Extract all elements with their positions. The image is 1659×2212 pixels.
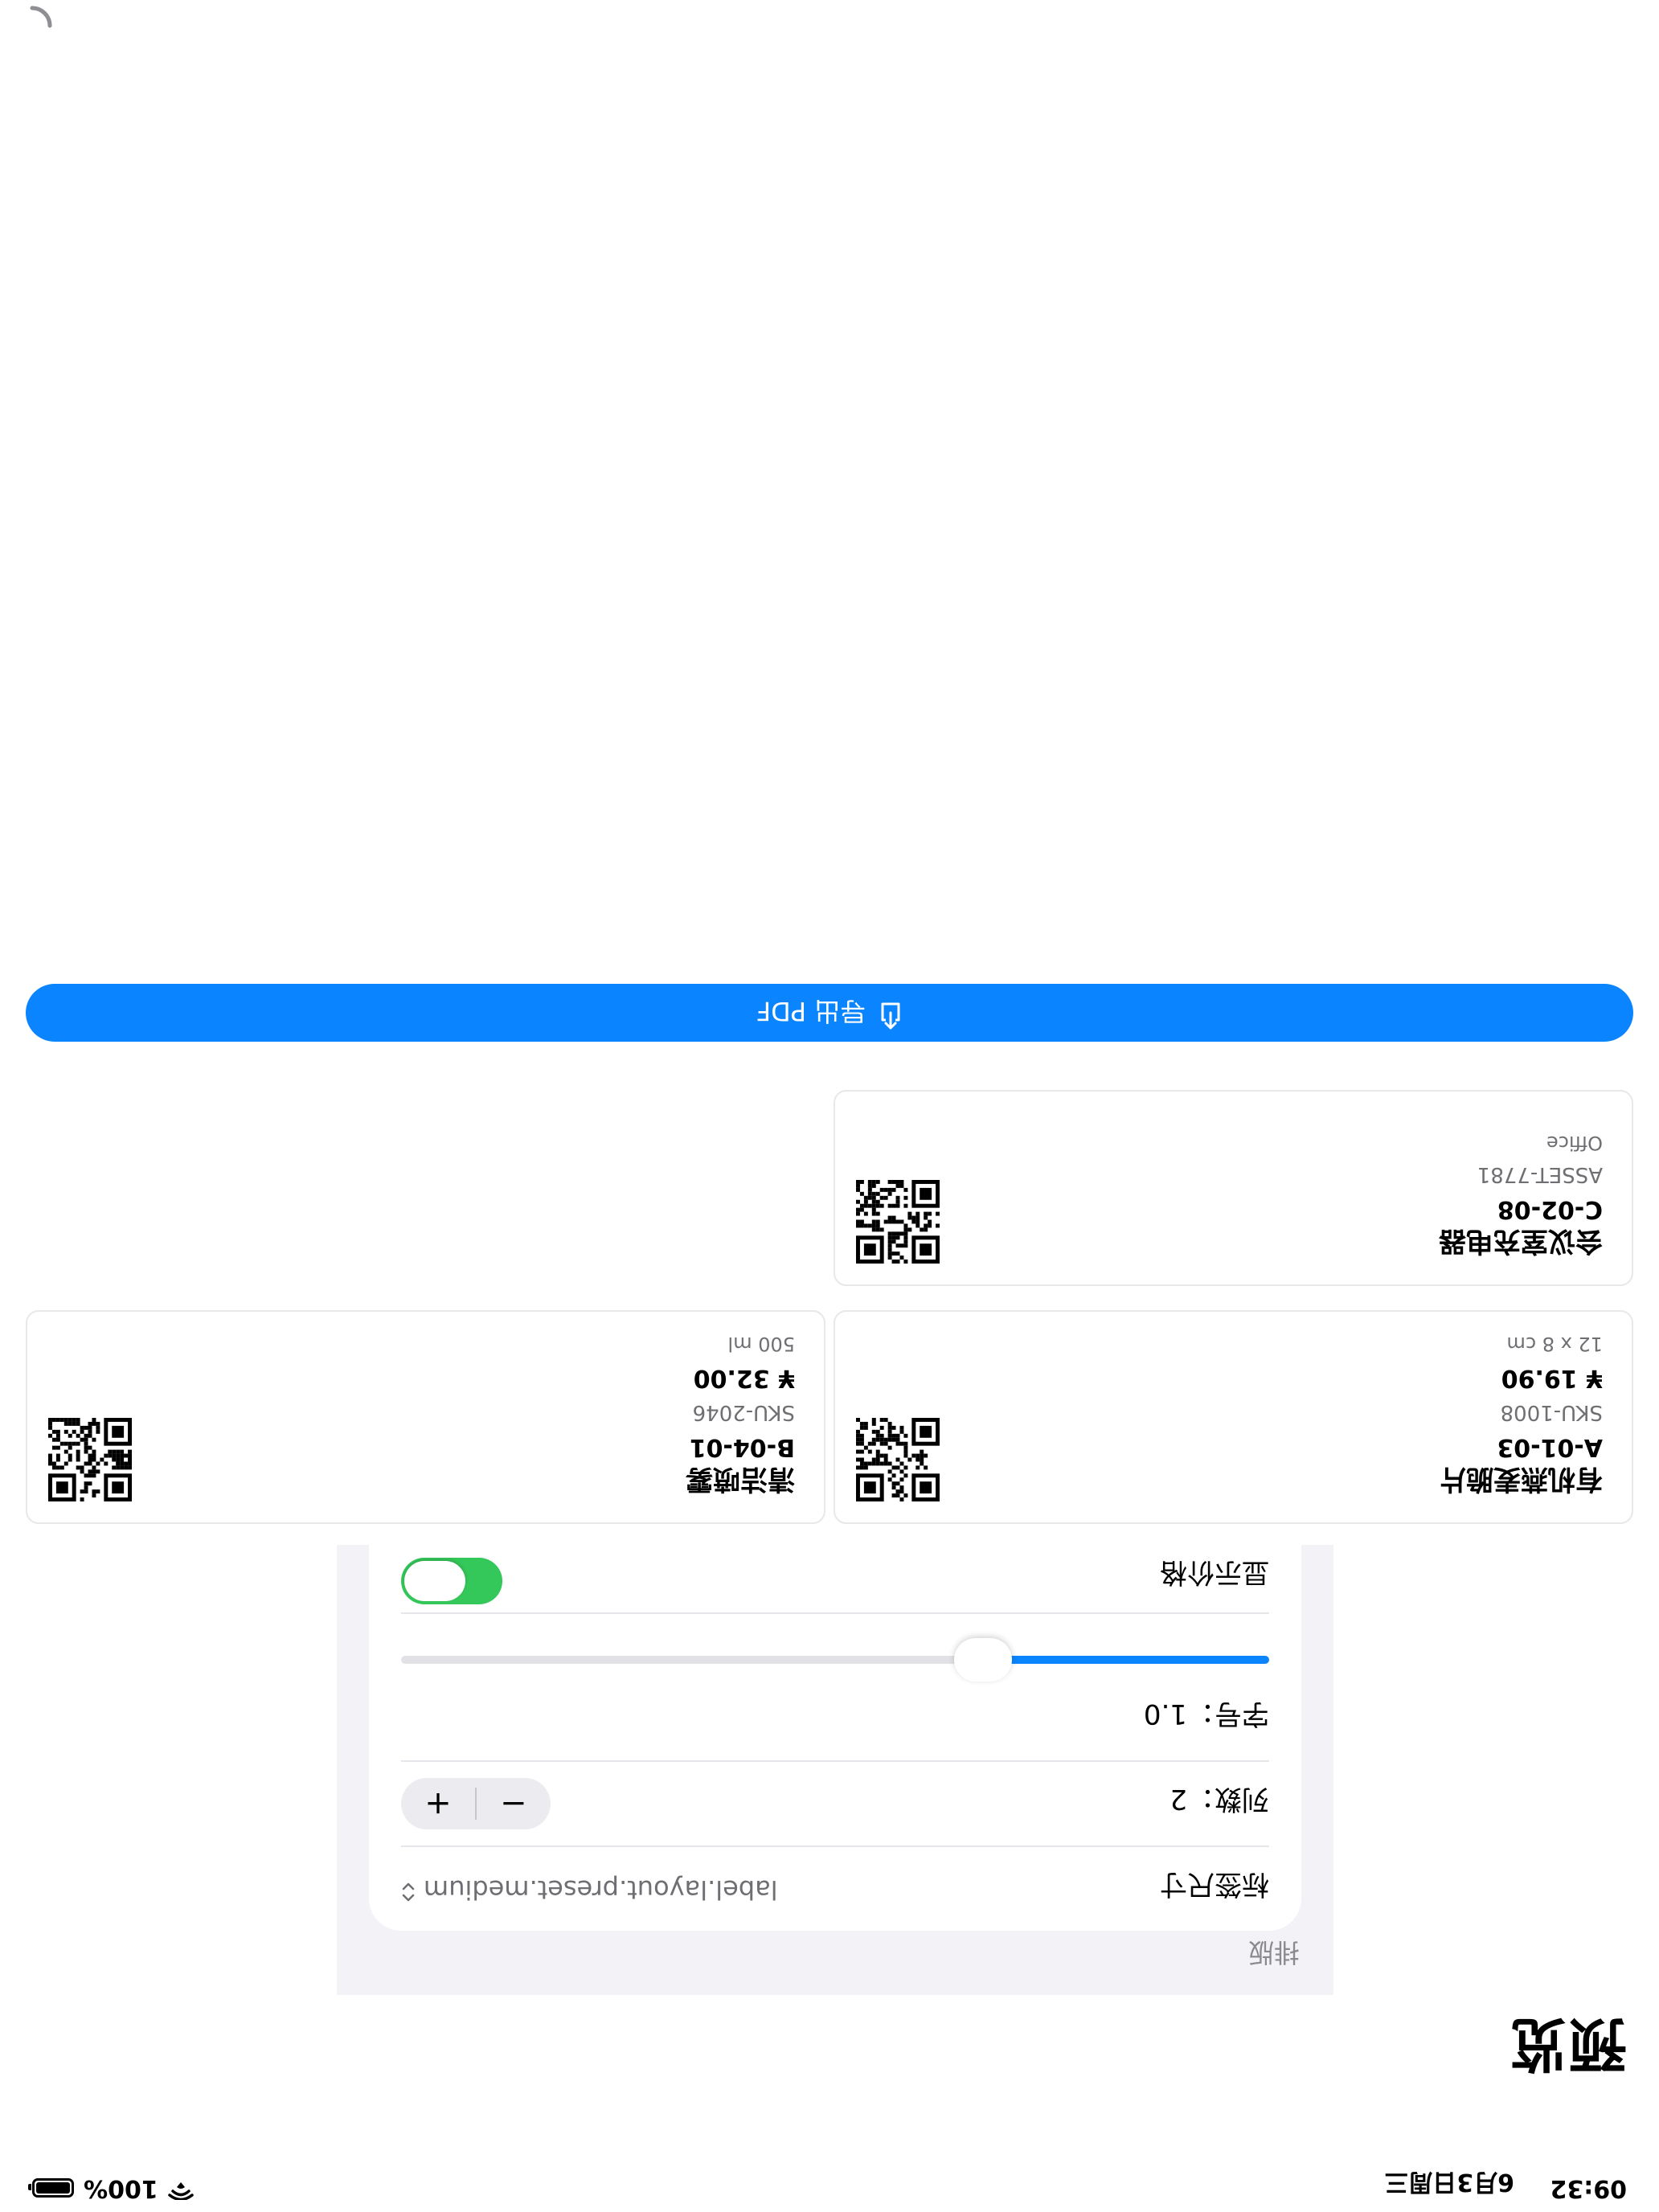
qr-code-icon	[856, 1180, 940, 1264]
font-size-slider[interactable]	[401, 1638, 1269, 1682]
share-icon	[879, 995, 903, 1030]
status-date: 6月3日周三	[1384, 2168, 1514, 2196]
show-price-row: 显示价格	[401, 1545, 1269, 1612]
export-pdf-button[interactable]: 导出 PDF	[26, 984, 1633, 1042]
label-size: 12 x 8 cm	[1506, 1333, 1603, 1355]
label-price: ¥ 32.00	[693, 1364, 795, 1392]
status-time: 09:32	[1550, 2174, 1628, 2202]
label-location: Office	[1546, 1132, 1603, 1154]
label-title: 有机燕麦脆片	[1439, 1463, 1603, 1495]
chevron-up-down-icon	[401, 1874, 416, 1905]
label-card[interactable]: 清洁喷雾 B-04-01 SKU-2046 ¥ 32.00 500 ml	[26, 1310, 825, 1524]
status-right: 100%	[32, 2174, 194, 2202]
label-size-label: 标签尺寸	[1160, 1868, 1269, 1900]
label-sku: SKU-2046	[692, 1400, 795, 1424]
label-price: ¥ 19.90	[1501, 1364, 1603, 1392]
stepper-divider	[475, 1788, 477, 1820]
label-code: B-04-01	[689, 1433, 795, 1461]
battery-percent: 100%	[84, 2174, 158, 2202]
app-screen: 09:32 6月3日周三 100% 预览 排版 标签尺寸 label.layou…	[0, 0, 1659, 2212]
columns-label: 列数：2	[1169, 1783, 1269, 1815]
label-size-value: label.layout.preset.medium	[424, 1874, 778, 1905]
export-pdf-label: 导出 PDF	[756, 996, 866, 1026]
label-sku: ASSET-7781	[1477, 1162, 1603, 1186]
qr-code-icon	[856, 1418, 940, 1501]
divider	[401, 1612, 1269, 1614]
label-card[interactable]: 会议室充电器 C-02-08 ASSET-7781 Office	[834, 1090, 1633, 1286]
label-code: A-01-03	[1497, 1433, 1603, 1461]
wifi-icon	[167, 2174, 194, 2202]
divider	[401, 1760, 1269, 1762]
divider	[401, 1845, 1269, 1847]
columns-stepper[interactable]: − +	[401, 1778, 551, 1829]
increment-button[interactable]: +	[401, 1778, 475, 1829]
label-code: C-02-08	[1497, 1195, 1603, 1223]
section-header-layout: 排版	[1247, 1937, 1300, 1968]
label-size-picker[interactable]: label.layout.preset.medium	[401, 1874, 778, 1905]
show-price-toggle[interactable]	[401, 1558, 502, 1604]
font-size-row: 字号：1.0	[401, 1677, 1269, 1760]
label-sku: SKU-1008	[1500, 1400, 1603, 1424]
status-bar: 09:32 6月3日周三 100%	[0, 2164, 1659, 2212]
label-size: 500 ml	[727, 1333, 795, 1355]
font-size-label: 字号：1.0	[1143, 1698, 1269, 1730]
settings-card: 标签尺寸 label.layout.preset.medium 列数：2 − +	[369, 1545, 1301, 1931]
columns-row: 列数：2 − +	[401, 1762, 1269, 1845]
show-price-label: 显示价格	[1160, 1556, 1269, 1588]
label-card[interactable]: 有机燕麦脆片 A-01-03 SKU-1008 ¥ 19.90 12 x 8 c…	[834, 1310, 1633, 1524]
layout-panel: 排版 标签尺寸 label.layout.preset.medium 列数：2 …	[337, 1545, 1333, 1995]
slider-fill	[982, 1656, 1269, 1664]
label-title: 会议室充电器	[1439, 1225, 1603, 1257]
battery-icon	[32, 2178, 74, 2198]
label-title: 清洁喷雾	[686, 1463, 795, 1495]
loading-spinner-icon	[30, 6, 52, 28]
toggle-knob	[404, 1561, 465, 1601]
decrement-button[interactable]: −	[477, 1778, 551, 1829]
slider-thumb[interactable]	[953, 1638, 1012, 1682]
page-title: 预览	[1507, 2010, 1627, 2078]
qr-code-icon	[48, 1418, 132, 1501]
label-size-row: 标签尺寸 label.layout.preset.medium	[401, 1847, 1269, 1931]
